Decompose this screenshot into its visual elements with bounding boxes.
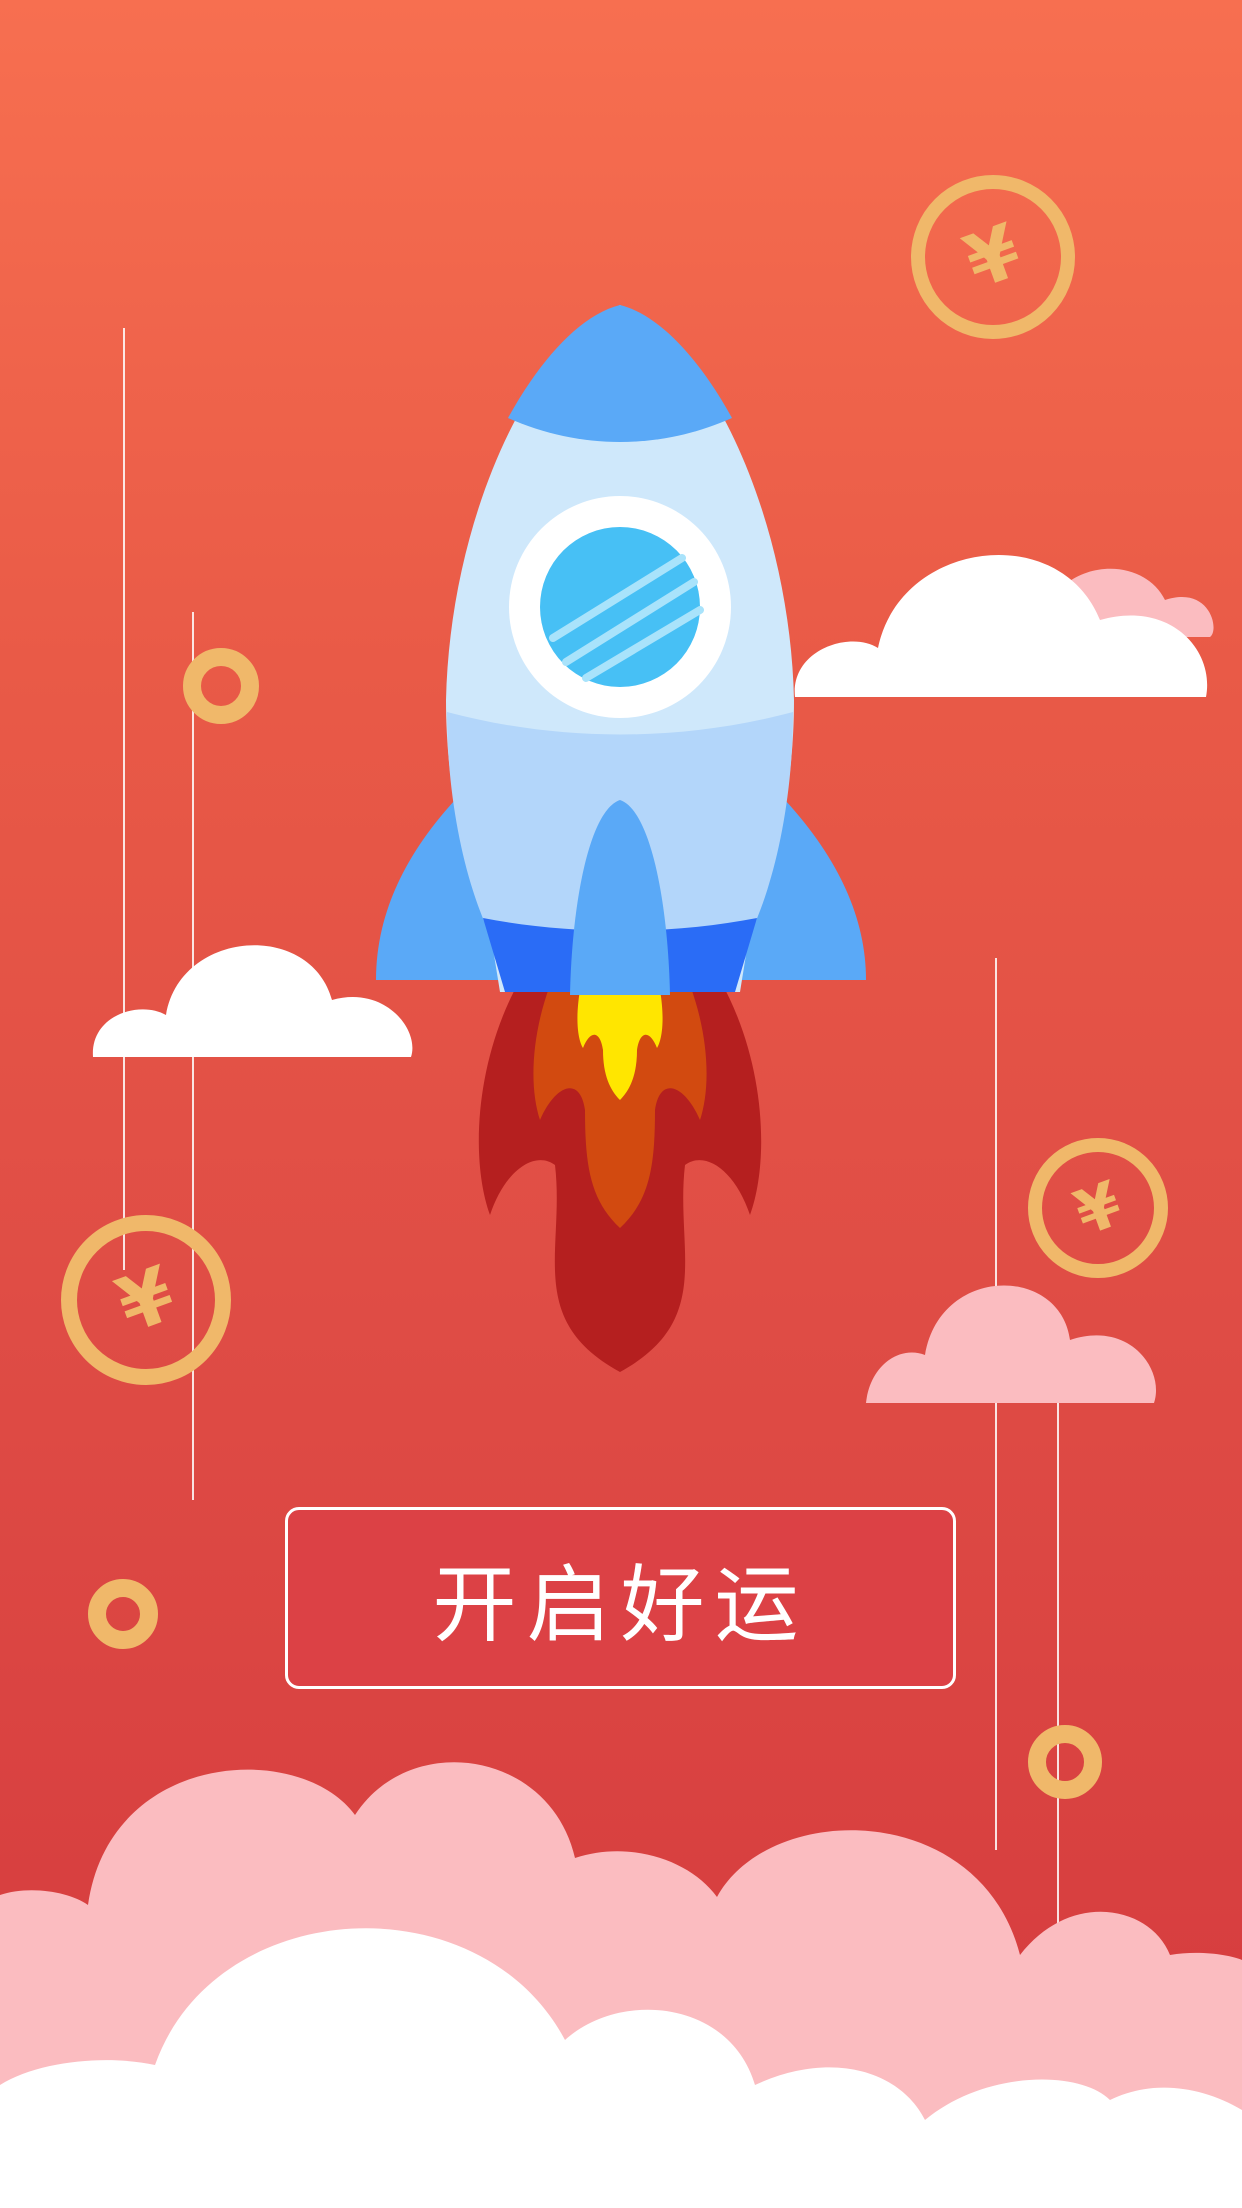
- start-luck-label: 开启好运: [432, 1555, 809, 1654]
- start-luck-button[interactable]: 开启好运: [285, 1507, 956, 1689]
- background-illustration: ¥ ¥ ¥: [0, 175, 1242, 2208]
- svg-text:¥: ¥: [106, 1249, 186, 1351]
- rocket-icon: [376, 305, 866, 1372]
- yuan-coin-icon: ¥: [61, 1215, 231, 1385]
- cloud-bank: [0, 1762, 1242, 2208]
- cloud-icon: [92, 945, 413, 1057]
- cloud-icon: [794, 554, 1214, 697]
- svg-text:¥: ¥: [1065, 1167, 1131, 1250]
- yuan-coin-icon: ¥: [1028, 1138, 1168, 1278]
- splash-screen: ¥ ¥ ¥ 开启好运: [0, 0, 1242, 2208]
- svg-text:¥: ¥: [954, 208, 1032, 306]
- cloud-icon: [866, 1285, 1157, 1403]
- yuan-coin-icon: ¥: [911, 175, 1075, 339]
